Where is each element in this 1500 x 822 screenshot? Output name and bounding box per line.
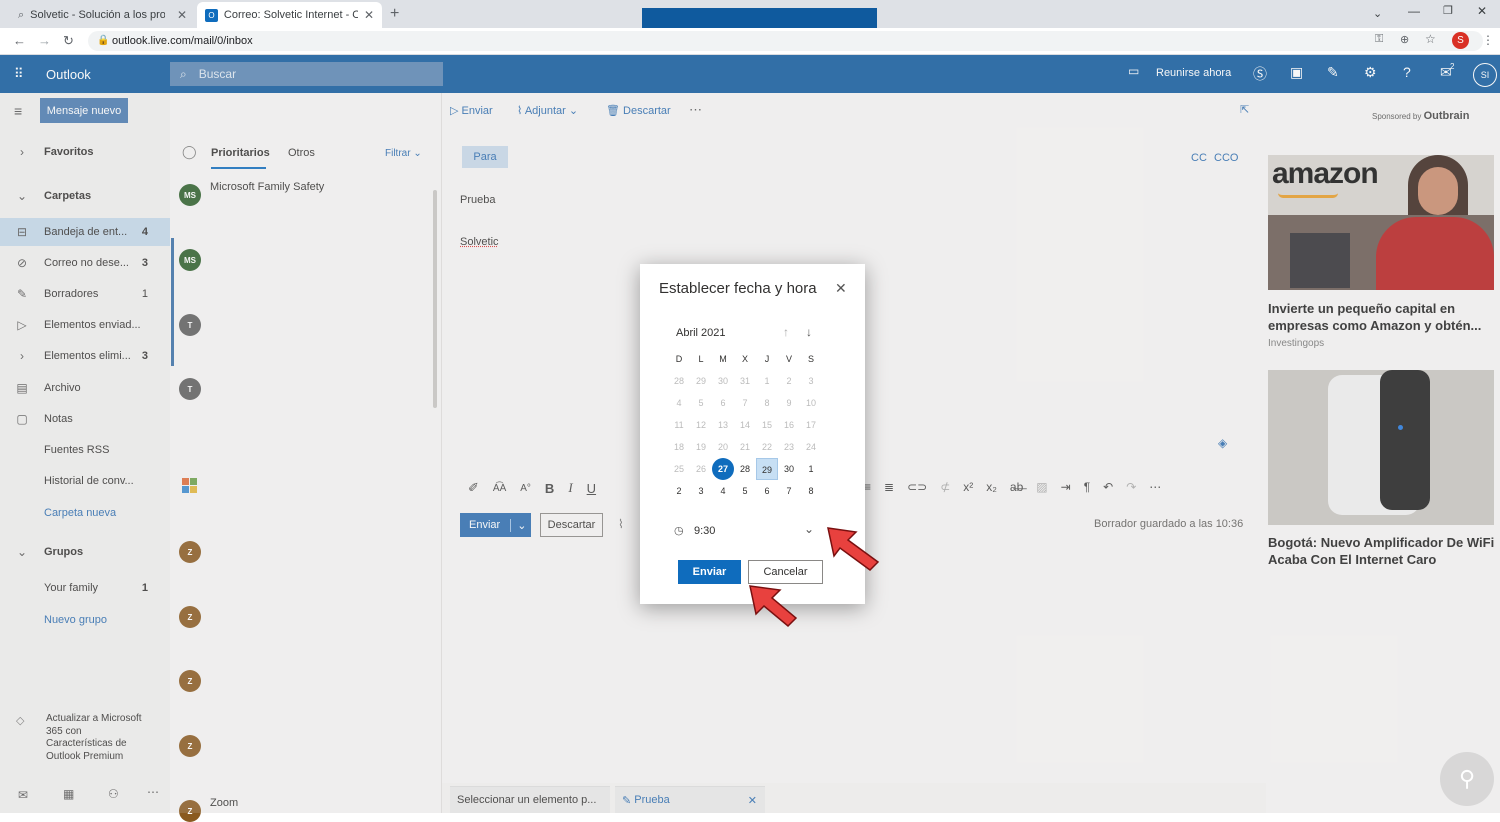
time-picker[interactable]: 9:30 — [694, 525, 715, 537]
calendar-day[interactable]: 23 — [778, 436, 800, 458]
forward-button[interactable]: → — [38, 33, 51, 48]
calendar-day[interactable]: 29 — [756, 458, 778, 480]
close-icon[interactable]: ✕ — [835, 280, 847, 297]
calendar-day[interactable]: 1 — [756, 370, 778, 392]
tab-title: Correo: Solvetic Internet - Outloo — [223, 9, 358, 21]
bookmark-star-icon[interactable]: ☆ — [1425, 32, 1436, 46]
calendar-day[interactable]: 29 — [690, 370, 712, 392]
profile-initial: S — [1457, 35, 1464, 46]
calendar-day[interactable]: 15 — [756, 414, 778, 436]
weekday-label: S — [807, 354, 814, 364]
close-icon[interactable]: ✕ — [177, 8, 187, 22]
calendar-day[interactable]: 8 — [800, 480, 822, 502]
calendar-day[interactable]: 27 — [712, 458, 734, 480]
calendar-day[interactable]: 21 — [734, 436, 756, 458]
calendar-day[interactable]: 30 — [778, 458, 800, 480]
weekday-label: X — [741, 354, 748, 364]
close-icon[interactable]: ✕ — [364, 8, 374, 22]
calendar-day[interactable]: 28 — [668, 370, 690, 392]
calendar-day[interactable]: 22 — [756, 436, 778, 458]
browser-tab-solvetic[interactable]: ⌕ Solvetic - Solución a los problem ✕ — [10, 2, 195, 28]
tab-title: Solvetic - Solución a los problem — [30, 9, 166, 21]
calendar-day[interactable]: 7 — [778, 480, 800, 502]
cancel-label: Cancelar — [763, 566, 808, 578]
browser-tab-outlook[interactable]: O Correo: Solvetic Internet - Outloo ✕ — [197, 2, 382, 28]
calendar-day[interactable]: 4 — [668, 392, 690, 414]
calendar-day[interactable]: 16 — [778, 414, 800, 436]
install-icon[interactable]: ⊕ — [1400, 33, 1409, 46]
weekday-label: D — [675, 354, 683, 364]
calendar-day[interactable]: 3 — [800, 370, 822, 392]
calendar-day[interactable]: 28 — [734, 458, 756, 480]
profile-avatar[interactable]: S — [1452, 32, 1469, 49]
calendar-grid: 28 29 30 31 1 2 3 4 5 6 7 8 9 10 11 12 13 14 15 16 17 18 19 20 2… — [668, 370, 822, 502]
send-label: Enviar — [692, 566, 727, 578]
calendar-day[interactable]: 12 — [690, 414, 712, 436]
watermark-logo-icon: ⚲ — [1440, 752, 1494, 806]
lock-icon: 🔒 — [97, 35, 110, 46]
pointer-arrow-icon — [749, 585, 798, 628]
calendar-day[interactable]: 2 — [668, 480, 690, 502]
calendar-day[interactable]: 10 — [800, 392, 822, 414]
weekday-label: J — [764, 354, 770, 364]
calendar-day[interactable]: 30 — [712, 370, 734, 392]
chevron-down-icon[interactable]: ⌄ — [804, 522, 814, 536]
new-tab-button[interactable]: + — [390, 5, 399, 23]
back-button[interactable]: ← — [13, 33, 26, 48]
calendar-day[interactable]: 7 — [734, 392, 756, 414]
calendar-day[interactable]: 8 — [756, 392, 778, 414]
next-month-icon[interactable]: ↓ — [806, 325, 812, 339]
month-label[interactable]: Abril 2021 — [676, 327, 726, 339]
close-window-button[interactable]: ✕ — [1477, 4, 1487, 18]
clock-icon: ◷ — [674, 525, 684, 537]
blue-overlay-box — [642, 8, 877, 29]
maximize-button[interactable]: ❐ — [1443, 4, 1453, 17]
calendar-day[interactable]: 3 — [690, 480, 712, 502]
calendar-day[interactable]: 4 — [712, 480, 734, 502]
search-icon: ⌕ — [18, 8, 25, 21]
previous-month-icon[interactable]: ↑ — [783, 325, 789, 339]
minimize-button[interactable]: — — [1408, 4, 1420, 18]
calendar-day[interactable]: 1 — [800, 458, 822, 480]
weekday-header: DLMXJVS — [668, 348, 822, 370]
reload-button[interactable]: ↻ — [63, 33, 74, 49]
calendar-day[interactable]: 20 — [712, 436, 734, 458]
outlook-icon: O — [205, 8, 218, 22]
calendar-day[interactable]: 24 — [800, 436, 822, 458]
calendar-day[interactable]: 19 — [690, 436, 712, 458]
calendar-day[interactable]: 6 — [756, 480, 778, 502]
address-bar[interactable]: outlook.live.com/mail/0/inbox — [88, 31, 1483, 51]
calendar-day[interactable]: 5 — [690, 392, 712, 414]
weekday-label: V — [785, 354, 792, 364]
calendar-day[interactable]: 6 — [712, 392, 734, 414]
calendar-day[interactable]: 5 — [734, 480, 756, 502]
weekday-label: L — [698, 354, 704, 364]
calendar-day[interactable]: 17 — [800, 414, 822, 436]
calendar-day[interactable]: 11 — [668, 414, 690, 436]
pointer-arrow-icon — [827, 527, 880, 571]
calendar-day[interactable]: 25 — [668, 458, 690, 480]
calendar-day[interactable]: 2 — [778, 370, 800, 392]
tab-search-icon[interactable]: ⌄ — [1373, 7, 1382, 20]
dialog-title: Establecer fecha y hora — [659, 280, 817, 297]
browser-menu-icon[interactable]: ⋮ — [1482, 33, 1494, 47]
send-button[interactable]: Enviar — [678, 560, 741, 584]
weekday-label: M — [719, 354, 727, 364]
calendar-day[interactable]: 14 — [734, 414, 756, 436]
calendar-day[interactable]: 9 — [778, 392, 800, 414]
calendar-day[interactable]: 18 — [668, 436, 690, 458]
key-icon[interactable]: ⚿ — [1375, 33, 1383, 46]
calendar-day[interactable]: 13 — [712, 414, 734, 436]
url-text: outlook.live.com/mail/0/inbox — [112, 35, 253, 47]
calendar-day[interactable]: 31 — [734, 370, 756, 392]
calendar-day[interactable]: 26 — [690, 458, 712, 480]
